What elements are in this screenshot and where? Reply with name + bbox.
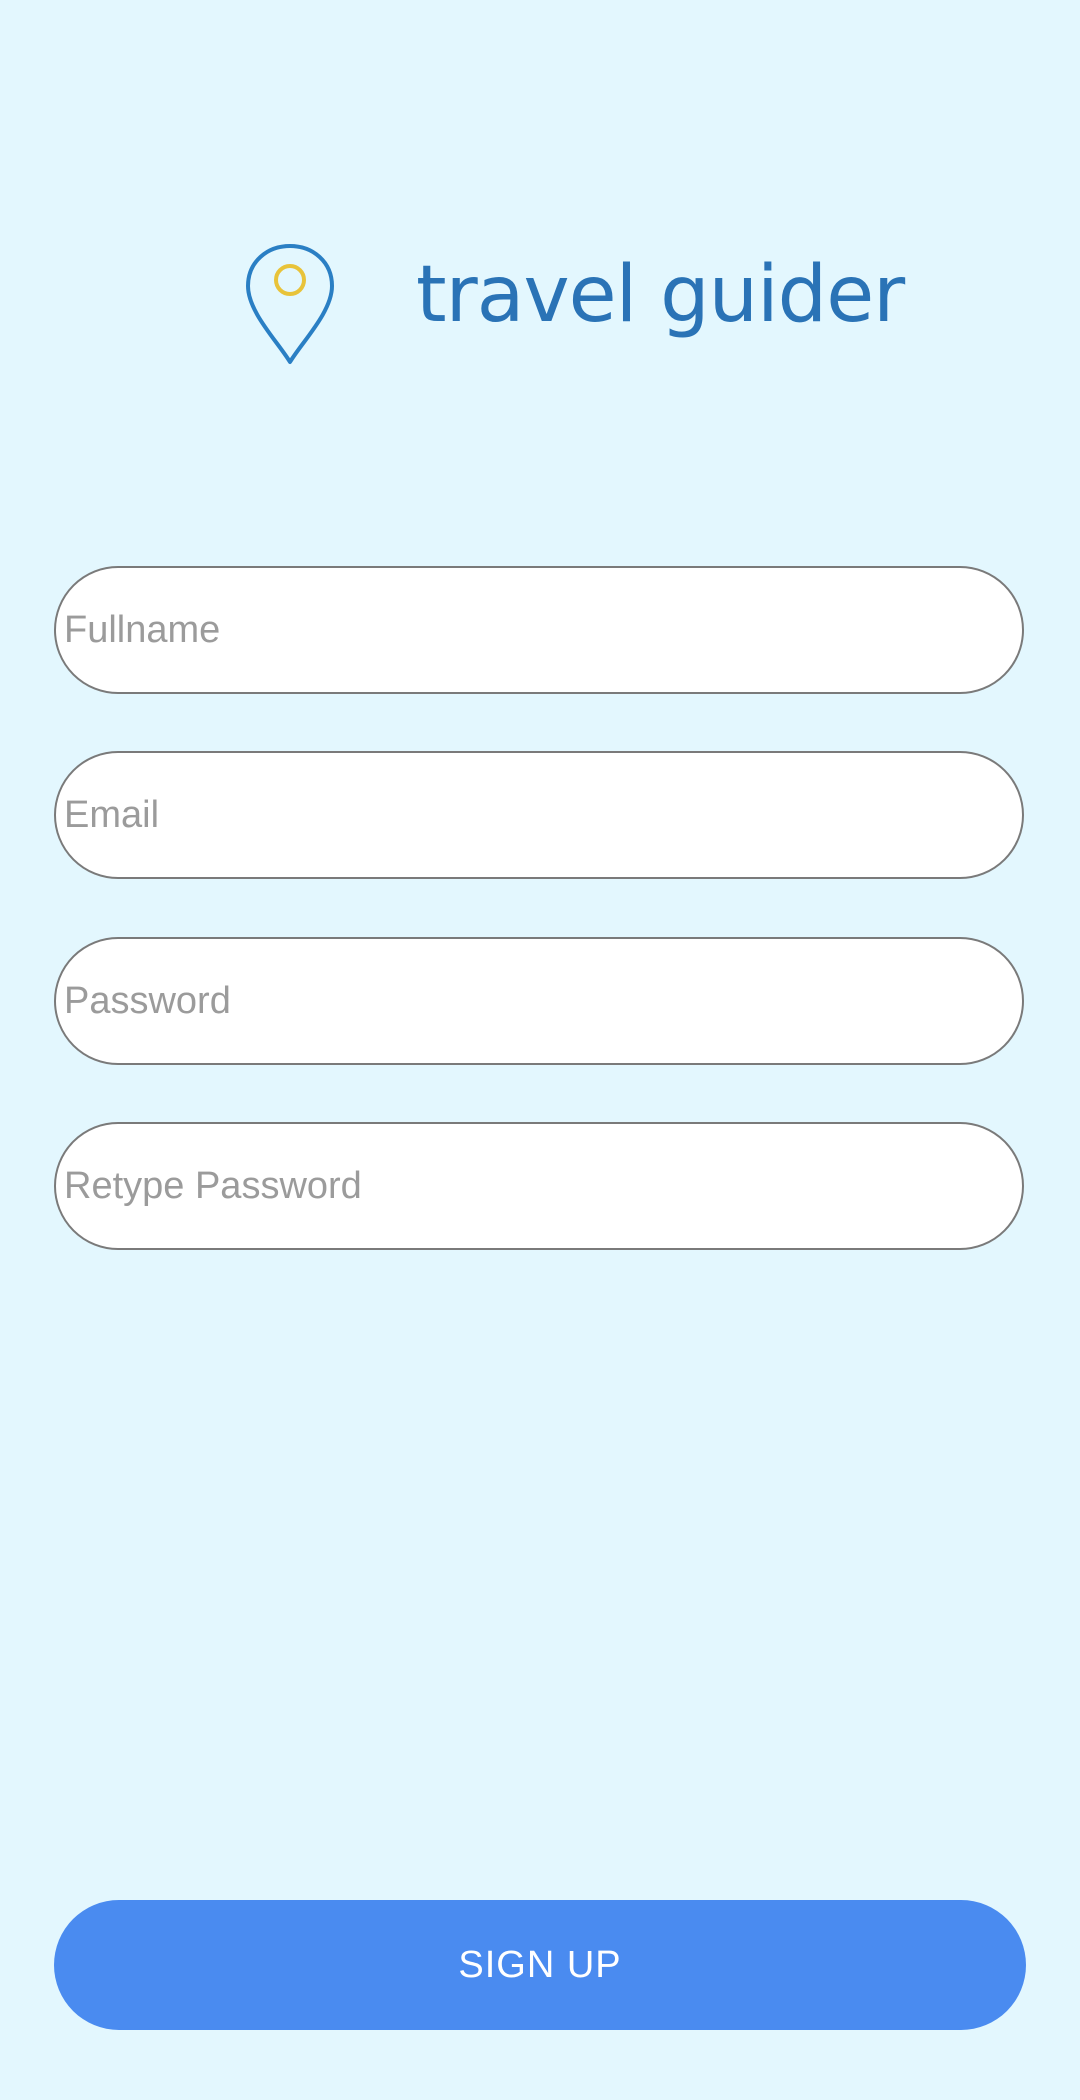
- app-logo: travel guider: [0, 236, 1080, 366]
- retype-password-input[interactable]: [54, 1122, 1024, 1250]
- email-input[interactable]: [54, 751, 1024, 879]
- fullname-input[interactable]: [54, 566, 1024, 694]
- map-pin-icon: [246, 244, 334, 364]
- sign-up-button[interactable]: SIGN UP: [54, 1900, 1026, 2030]
- password-input[interactable]: [54, 937, 1024, 1065]
- app-name: travel guider: [416, 250, 905, 340]
